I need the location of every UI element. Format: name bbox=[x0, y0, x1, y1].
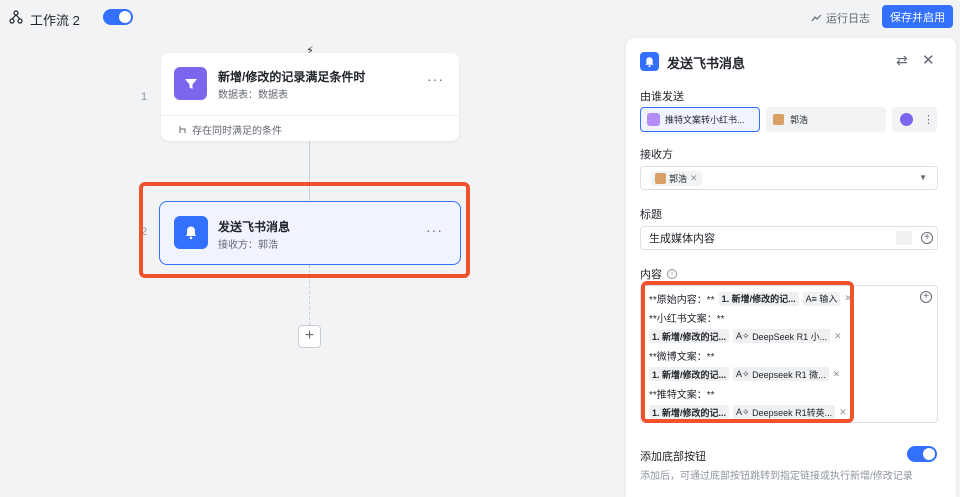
target-icon[interactable] bbox=[900, 113, 913, 126]
receiver-label: 接收方 bbox=[640, 149, 673, 161]
bottom-button-hint: 添加后，可通过底部按钮跳转到指定链接或执行新增/修改记录 bbox=[640, 471, 913, 482]
chevron-down-icon[interactable]: ▼ bbox=[919, 173, 927, 182]
receiver-tag-label: 郭浩 bbox=[669, 173, 688, 184]
node-title: 新增/修改的记录满足条件时 bbox=[218, 70, 366, 84]
workflow-title[interactable]: 工作流 2 bbox=[30, 10, 80, 29]
swap-icon[interactable]: ⇄ bbox=[896, 52, 908, 69]
top-bar: 工作流 2 运行日志 保存并启用 bbox=[0, 0, 960, 34]
bell-icon bbox=[640, 52, 659, 71]
remove-icon[interactable]: ✕ bbox=[690, 173, 698, 184]
more-vertical-icon[interactable]: ⋮ bbox=[923, 113, 934, 126]
avatar bbox=[655, 172, 666, 184]
filter-icon bbox=[174, 67, 207, 100]
bottom-button-toggle[interactable] bbox=[907, 446, 937, 462]
divider bbox=[161, 115, 459, 116]
sender-label: 由谁发送 bbox=[640, 91, 684, 103]
condition-row[interactable]: 存在同时满足的条件 bbox=[178, 122, 282, 137]
trigger-node-card[interactable]: 新增/修改的记录满足条件时 数据表：数据表 ··· 存在同时满足的条件 bbox=[161, 53, 459, 141]
save-enable-button[interactable]: 保存并启用 bbox=[882, 5, 953, 28]
branch-icon bbox=[179, 126, 186, 133]
add-circle-icon[interactable]: + bbox=[920, 291, 932, 303]
subject-value: 生成媒体内容 bbox=[649, 233, 715, 245]
content-label-row: 内容 i bbox=[640, 266, 677, 282]
subject-label: 标题 bbox=[640, 209, 662, 221]
sender-option-label: 郭浩 bbox=[790, 115, 809, 125]
workflow-enable-toggle[interactable] bbox=[103, 9, 133, 25]
config-panel: 发送飞书消息 ⇄ ✕ 由谁发送 推特文案转小红书... 郭浩 ⋮ 接收方 郭浩 … bbox=[626, 38, 956, 497]
bottom-button-label: 添加底部按钮 bbox=[640, 451, 706, 463]
sender-option-user[interactable]: 郭浩 bbox=[766, 107, 886, 132]
sender-option-bot[interactable]: 推特文案转小红书... bbox=[640, 107, 760, 132]
highlight-box bbox=[139, 182, 470, 278]
more-icon[interactable]: ··· bbox=[427, 71, 444, 87]
close-icon[interactable]: ✕ bbox=[922, 51, 935, 69]
highlight-box bbox=[641, 281, 854, 423]
receiver-select[interactable]: 郭浩 ✕ ▼ bbox=[640, 166, 938, 190]
run-log-label: 运行日志 bbox=[826, 13, 870, 25]
run-log-link[interactable]: 运行日志 bbox=[811, 10, 870, 26]
condition-label: 存在同时满足的条件 bbox=[192, 126, 282, 137]
panel-title: 发送飞书消息 bbox=[667, 56, 746, 71]
avatar bbox=[773, 114, 784, 125]
trend-icon bbox=[811, 14, 822, 22]
node-subtitle: 数据表：数据表 bbox=[218, 90, 288, 101]
info-icon[interactable]: i bbox=[667, 269, 677, 279]
bot-icon bbox=[647, 113, 660, 126]
subject-input[interactable]: 生成媒体内容 + bbox=[640, 226, 938, 250]
add-step-button[interactable]: + bbox=[298, 325, 321, 348]
step-number: 1 bbox=[141, 91, 148, 103]
content-label: 内容 bbox=[640, 269, 662, 281]
add-circle-icon[interactable]: + bbox=[921, 232, 933, 244]
variable-icon[interactable] bbox=[896, 231, 912, 245]
workflow-icon bbox=[9, 10, 23, 24]
sender-more-options[interactable]: ⋮ bbox=[892, 107, 937, 132]
receiver-tag[interactable]: 郭浩 ✕ bbox=[651, 170, 702, 186]
sender-option-label: 推特文案转小红书... bbox=[665, 115, 745, 125]
